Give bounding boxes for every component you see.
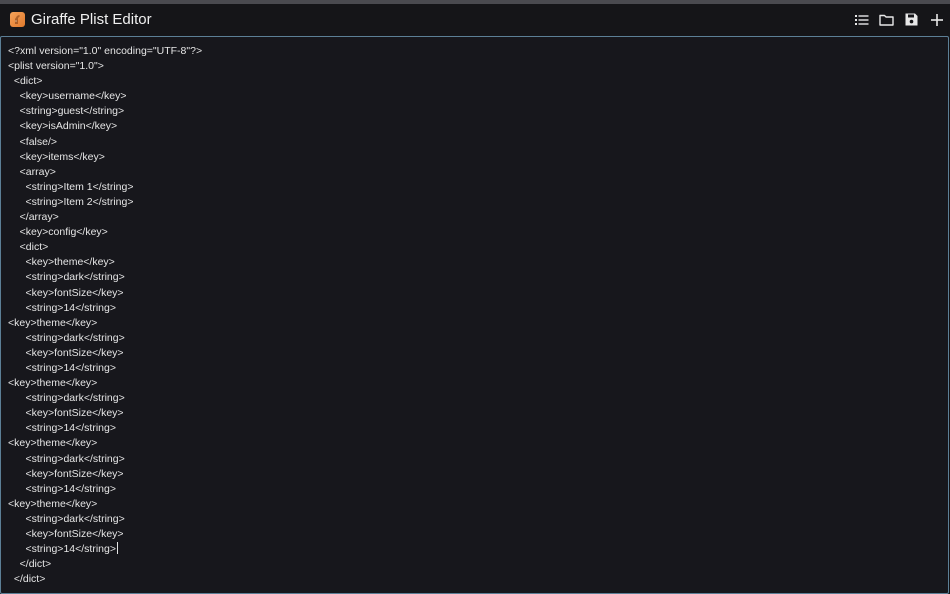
list-view-button[interactable] bbox=[853, 11, 870, 28]
code-line: </dict> bbox=[8, 558, 52, 571]
add-icon bbox=[930, 13, 943, 26]
code-line: <key>theme</key> bbox=[8, 316, 98, 329]
code-line: <key>theme</key> bbox=[8, 256, 115, 269]
code-line: <key>config</key> bbox=[8, 226, 108, 239]
code-line: <key>fontSize</key> bbox=[8, 528, 124, 540]
code-line: <string>14</string> bbox=[8, 482, 116, 495]
code-line: <array> bbox=[8, 165, 56, 178]
code-line: <key>username</key> bbox=[8, 90, 127, 103]
save-icon bbox=[905, 13, 918, 26]
code-line: <string>dark</string> bbox=[8, 512, 125, 525]
add-button[interactable] bbox=[928, 11, 945, 28]
code-line: <string>dark</string> bbox=[8, 271, 125, 284]
code-line: <key>fontSize</key> bbox=[8, 407, 124, 420]
code-line: <false/> bbox=[8, 135, 58, 148]
save-button[interactable] bbox=[903, 11, 920, 28]
app-window: Giraffe Plist Editor <?xml version="1.0"… bbox=[0, 0, 950, 594]
code-line: </dict> bbox=[8, 573, 46, 586]
folder-icon bbox=[879, 14, 894, 26]
app-title: Giraffe Plist Editor bbox=[31, 11, 152, 28]
plist-text-editor[interactable]: <?xml version="1.0" encoding="UTF-8"?> <p… bbox=[0, 36, 949, 594]
code-line: <string>dark</string> bbox=[8, 452, 125, 465]
code-line: <dict> bbox=[8, 241, 49, 254]
code-line: <key>theme</key> bbox=[8, 377, 98, 390]
code-line: </array> bbox=[8, 211, 59, 224]
code-line: <string>14</string> bbox=[8, 361, 116, 374]
giraffe-app-icon bbox=[10, 12, 25, 27]
code-line: <plist version="1.0"> bbox=[8, 60, 104, 73]
code-line: <string>14</string> bbox=[8, 422, 116, 435]
text-caret bbox=[116, 542, 118, 555]
code-line: <string>guest</string> bbox=[8, 105, 125, 118]
code-line: <string>14</string> bbox=[8, 542, 118, 556]
code-line: <key>fontSize</key> bbox=[8, 286, 124, 299]
code-line: <string>dark</string> bbox=[8, 331, 125, 344]
code-line: <key>fontSize</key> bbox=[8, 346, 124, 359]
code-line: <string>dark</string> bbox=[8, 392, 125, 405]
title-bar: Giraffe Plist Editor bbox=[0, 4, 950, 36]
code-line: <key>isAdmin</key> bbox=[8, 120, 118, 133]
list-icon bbox=[854, 14, 868, 25]
code-line: <string>Item 1</string> bbox=[8, 180, 134, 193]
code-line: <key>items</key> bbox=[8, 150, 105, 163]
open-folder-button[interactable] bbox=[878, 11, 895, 28]
code-line: <key>theme</key> bbox=[8, 497, 98, 510]
code-line: <string>Item 2</string> bbox=[8, 195, 134, 208]
code-line: <string>14</string> bbox=[8, 301, 116, 314]
editor-content[interactable]: <?xml version="1.0" encoding="UTF-8"?> <p… bbox=[8, 44, 202, 587]
code-line: <?xml version="1.0" encoding="UTF-8"?> bbox=[8, 45, 203, 57]
code-line: <key>fontSize</key> bbox=[8, 467, 124, 480]
code-line: <dict> bbox=[8, 75, 43, 88]
code-line: <key>theme</key> bbox=[8, 437, 98, 450]
